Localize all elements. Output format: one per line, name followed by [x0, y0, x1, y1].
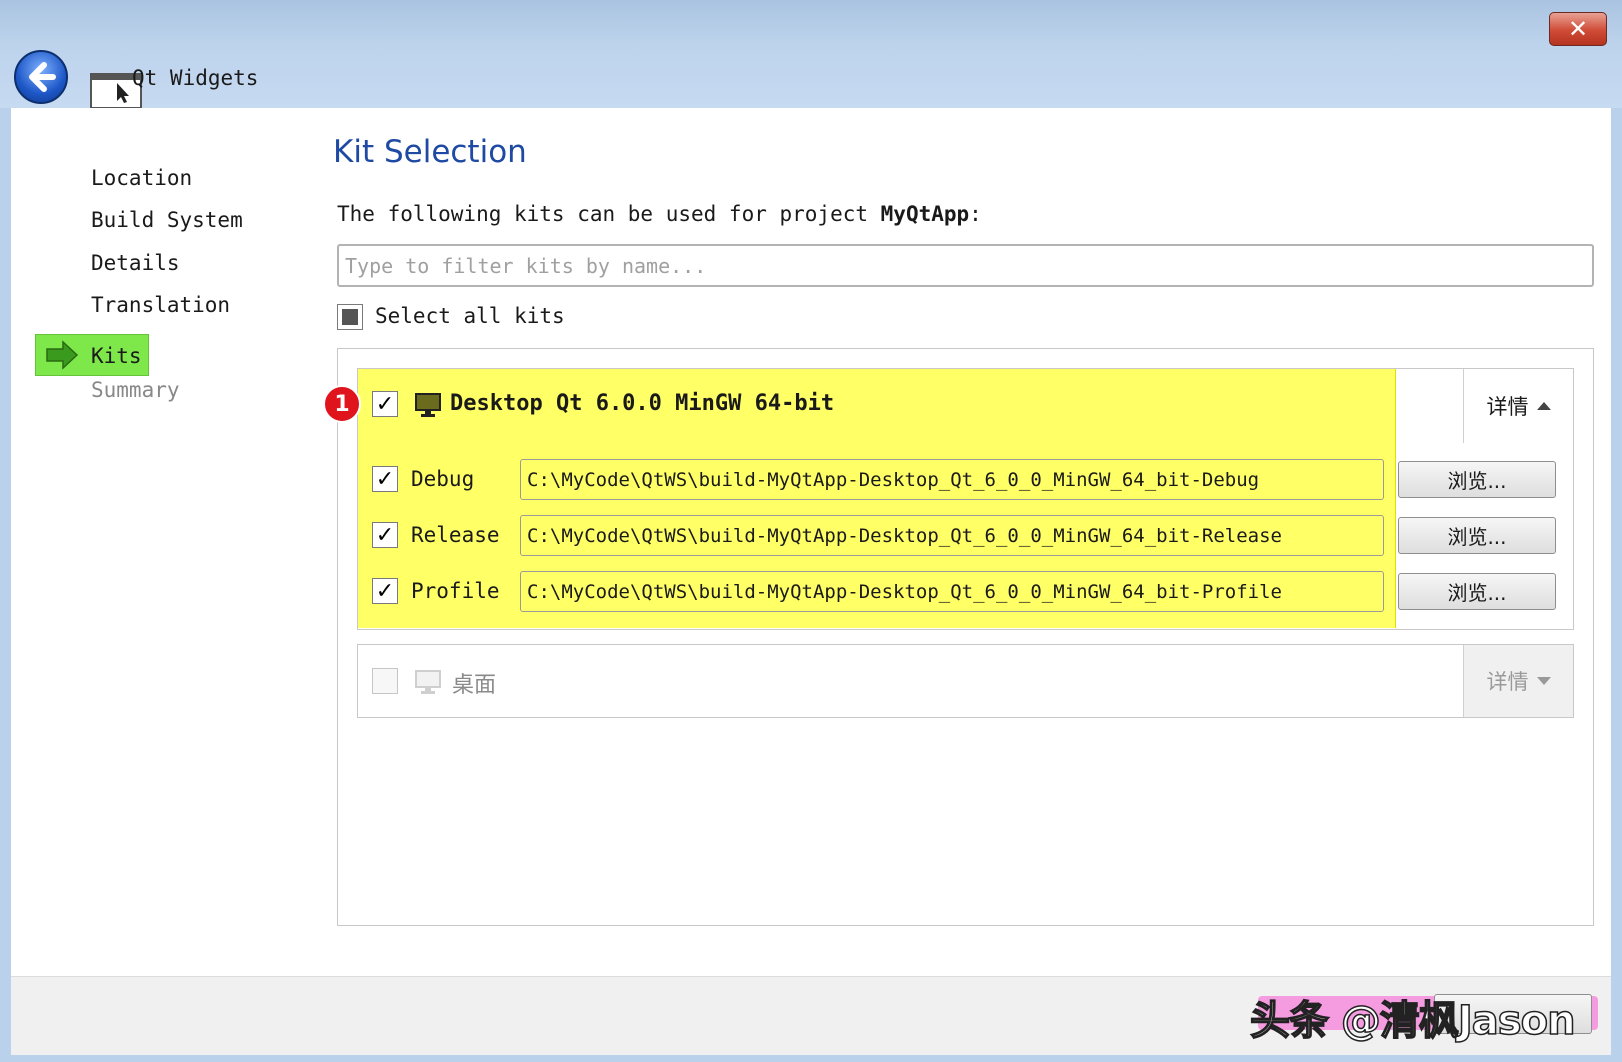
profile-checkbox[interactable]: ✓: [372, 578, 398, 604]
sidebar-current-step: Kits: [35, 334, 149, 376]
sidebar-item-translation: Translation: [91, 293, 231, 317]
sidebar-item-kits: Kits: [91, 344, 142, 368]
kit-filter-input[interactable]: [337, 244, 1594, 287]
select-all-label: Select all kits: [375, 304, 565, 328]
back-button[interactable]: [14, 50, 68, 104]
kit-item-desktop: [357, 644, 1574, 718]
details-label: 详情: [1486, 670, 1529, 694]
sidebar-item-summary: Summary: [91, 378, 180, 402]
kit-name: Desktop Qt 6.0.0 MinGW 64-bit: [450, 391, 835, 416]
step-badge: 1: [323, 385, 361, 423]
kit2-checkbox[interactable]: [372, 668, 398, 694]
close-button[interactable]: ✕: [1549, 12, 1607, 46]
monitor-icon: [415, 393, 441, 417]
chevron-up-icon: [1536, 402, 1551, 410]
debug-path-input[interactable]: [520, 459, 1384, 500]
watermark-text: 头条 @清枫Jason: [1249, 997, 1576, 1045]
release-checkbox[interactable]: ✓: [372, 522, 398, 548]
profile-path-input[interactable]: [520, 571, 1384, 612]
details-label: 详情: [1486, 395, 1529, 419]
sidebar-item-details: Details: [91, 251, 180, 275]
back-arrow-icon: [29, 62, 56, 92]
monitor-icon-disabled: [415, 670, 441, 694]
kit2-name: 桌面: [452, 673, 497, 698]
project-name: MyQtApp: [880, 202, 970, 226]
release-path-input[interactable]: [520, 515, 1384, 556]
sidebar-item-location: Location: [91, 166, 193, 190]
chevron-down-icon: [1536, 677, 1551, 685]
debug-checkbox[interactable]: ✓: [372, 466, 398, 492]
select-all-checkbox[interactable]: [337, 304, 363, 330]
sidebar-item-build-system: Build System: [91, 208, 243, 232]
debug-label: Debug: [411, 467, 475, 491]
release-browse-button[interactable]: 浏览...: [1398, 517, 1556, 554]
profile-label: Profile: [411, 579, 500, 603]
kit2-details-button[interactable]: 详情: [1463, 645, 1573, 717]
release-label: Release: [411, 523, 500, 547]
debug-browse-button[interactable]: 浏览...: [1398, 461, 1556, 498]
window-titlebar: [0, 0, 1622, 108]
page-description: The following kits can be used for proje…: [337, 202, 982, 226]
profile-browse-button[interactable]: 浏览...: [1398, 573, 1556, 610]
page-title: Kit Selection: [333, 134, 527, 170]
wizard-title: Qt Widgets: [132, 66, 259, 90]
green-right-arrow-icon: [46, 340, 79, 370]
kit-checkbox[interactable]: ✓: [372, 391, 398, 417]
kit-details-button[interactable]: 详情: [1463, 369, 1573, 443]
